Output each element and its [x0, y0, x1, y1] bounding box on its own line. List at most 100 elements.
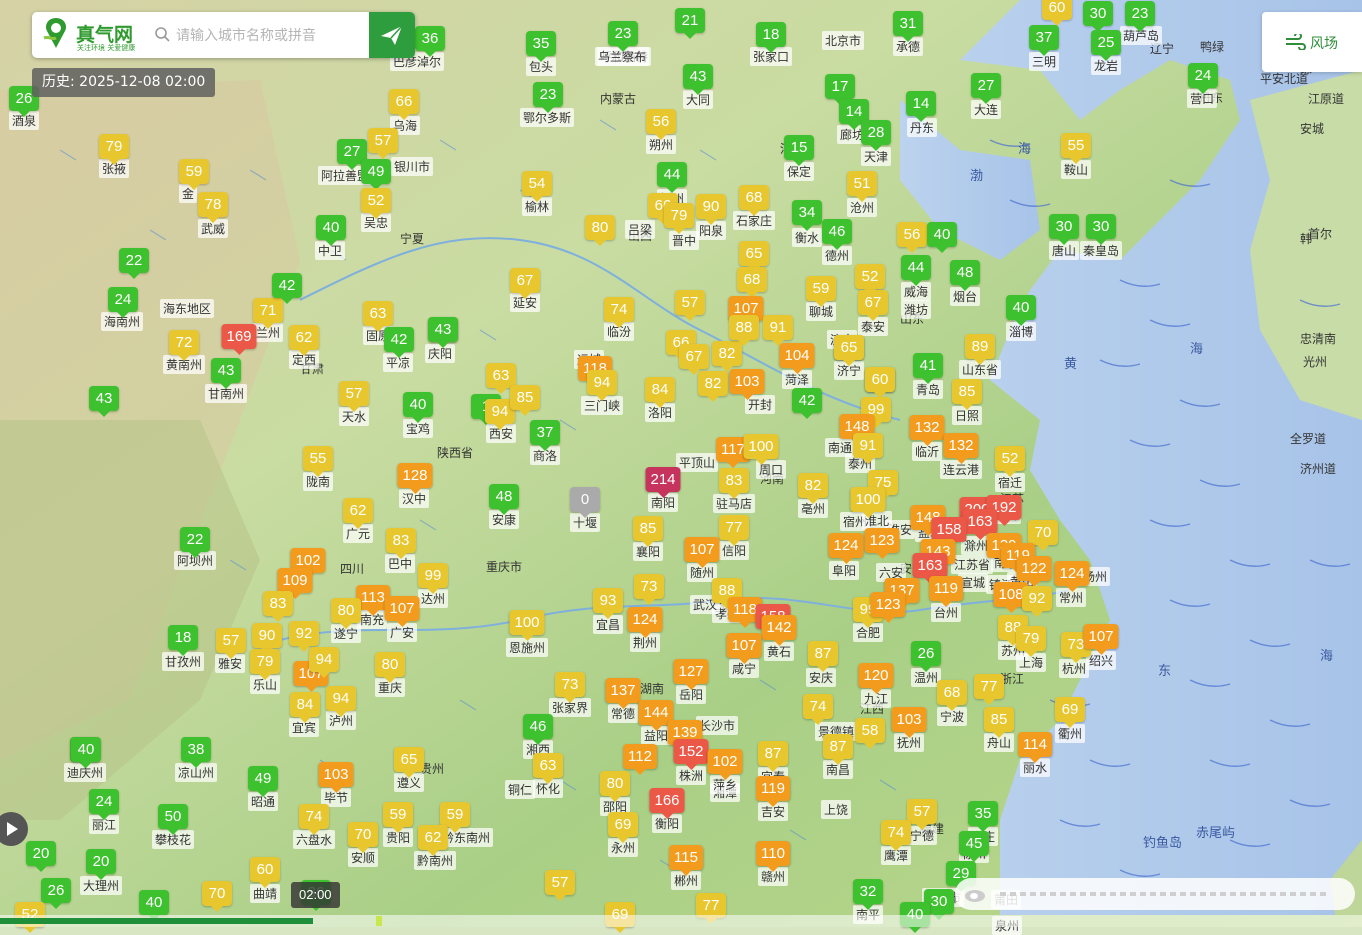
search-button[interactable]	[369, 12, 415, 58]
aqi-marker[interactable]: 43	[89, 386, 119, 417]
aqi-marker[interactable]: 79	[99, 134, 129, 165]
aqi-marker[interactable]: 17	[825, 74, 855, 105]
aqi-marker[interactable]: 109	[277, 568, 313, 599]
aqi-marker[interactable]: 26	[911, 641, 941, 672]
aqi-marker[interactable]: 62	[289, 325, 319, 356]
aqi-marker[interactable]: 48	[489, 484, 519, 515]
aqi-marker[interactable]: 114	[1018, 732, 1052, 763]
aqi-marker[interactable]: 92	[1022, 586, 1052, 617]
aqi-marker[interactable]: 18	[756, 22, 786, 53]
aqi-marker[interactable]: 74	[604, 297, 634, 328]
aqi-marker[interactable]: 73	[555, 672, 585, 703]
aqi-marker[interactable]: 48	[950, 260, 980, 291]
aqi-marker[interactable]: 40	[1006, 295, 1036, 326]
aqi-marker[interactable]: 71	[253, 298, 283, 329]
aqi-marker[interactable]: 85	[952, 379, 982, 410]
aqi-marker[interactable]: 46	[523, 714, 553, 745]
aqi-marker[interactable]: 23	[533, 82, 563, 113]
aqi-marker[interactable]: 51	[847, 171, 877, 202]
aqi-marker[interactable]: 40	[403, 392, 433, 423]
aqi-marker[interactable]: 30	[1049, 214, 1079, 245]
aqi-marker[interactable]: 37	[1029, 25, 1059, 56]
aqi-marker[interactable]: 163	[912, 553, 948, 584]
aqi-marker[interactable]: 80	[600, 771, 630, 802]
aqi-marker[interactable]: 40	[316, 215, 346, 246]
left-toolbar-button[interactable]	[0, 812, 28, 846]
aqi-marker[interactable]: 142	[761, 615, 797, 646]
aqi-marker[interactable]: 59	[440, 802, 470, 833]
aqi-marker[interactable]: 72	[169, 330, 199, 361]
aqi-marker[interactable]: 124	[627, 607, 663, 638]
aqi-marker[interactable]: 78	[198, 192, 228, 223]
aqi-marker[interactable]: 52	[995, 446, 1025, 477]
aqi-marker[interactable]: 107	[1083, 624, 1119, 655]
aqi-marker[interactable]: 79	[1016, 626, 1046, 657]
aqi-marker[interactable]: 123	[870, 592, 906, 623]
aqi-marker[interactable]: 52	[855, 264, 885, 295]
aqi-marker[interactable]: 120	[858, 663, 894, 694]
aqi-marker[interactable]: 34	[792, 200, 822, 231]
aqi-marker[interactable]: 62	[418, 825, 448, 856]
aqi-marker[interactable]: 60	[250, 857, 280, 888]
aqi-marker[interactable]: 84	[290, 692, 320, 723]
aqi-marker[interactable]: 40	[927, 222, 957, 253]
aqi-marker[interactable]: 91	[853, 433, 883, 464]
aqi-marker[interactable]: 87	[823, 734, 853, 765]
aqi-marker[interactable]: 102	[707, 749, 743, 780]
aqi-marker[interactable]: 43	[211, 358, 241, 389]
aqi-marker[interactable]: 163	[962, 509, 998, 540]
aqi-marker[interactable]: 46	[822, 219, 852, 250]
aqi-marker[interactable]: 83	[719, 468, 749, 499]
aqi-marker[interactable]: 100	[509, 610, 545, 641]
aqi-marker[interactable]: 123	[864, 528, 900, 559]
aqi-marker[interactable]: 56	[646, 109, 676, 140]
aqi-marker[interactable]: 103	[891, 707, 927, 738]
aqi-marker[interactable]: 32	[853, 879, 883, 910]
aqi-marker[interactable]: 55	[1061, 133, 1091, 164]
aqi-marker[interactable]: 89	[965, 334, 995, 365]
aqi-marker[interactable]: 66	[389, 89, 419, 120]
aqi-marker[interactable]: 52	[361, 188, 391, 219]
aqi-marker[interactable]: 63	[363, 301, 393, 332]
aqi-marker[interactable]: 28	[861, 120, 891, 151]
aqi-marker[interactable]: 82	[698, 371, 728, 402]
aqi-marker[interactable]: 63	[533, 753, 563, 784]
aqi-marker[interactable]: 15	[784, 135, 814, 166]
aqi-marker[interactable]: 74	[881, 820, 911, 851]
aqi-marker[interactable]: 21	[675, 8, 705, 39]
aqi-marker[interactable]: 90	[696, 194, 726, 225]
aqi-marker[interactable]: 26	[41, 878, 71, 909]
aqi-marker[interactable]: 107	[384, 596, 420, 627]
aqi-marker[interactable]: 103	[729, 369, 765, 400]
aqi-marker[interactable]: 104	[779, 343, 815, 374]
aqi-marker[interactable]: 62	[343, 498, 373, 529]
aqi-marker[interactable]: 60	[865, 367, 895, 398]
aqi-marker[interactable]: 214	[645, 467, 681, 498]
aqi-marker[interactable]: 18	[168, 625, 198, 656]
aqi-marker[interactable]: 119	[929, 576, 963, 607]
aqi-marker[interactable]: 70	[1028, 520, 1058, 551]
aqi-marker[interactable]: 59	[179, 159, 209, 190]
aqi-marker[interactable]: 50	[158, 804, 188, 835]
aqi-marker[interactable]: 80	[331, 598, 361, 629]
aqi-marker[interactable]: 54	[522, 171, 552, 202]
aqi-marker[interactable]: 87	[808, 641, 838, 672]
aqi-marker[interactable]: 152	[673, 739, 709, 770]
aqi-marker[interactable]: 124	[1054, 561, 1090, 592]
aqi-marker[interactable]: 70	[202, 881, 232, 912]
aqi-marker[interactable]: 30	[1086, 214, 1116, 245]
aqi-marker[interactable]: 69	[608, 812, 638, 843]
aqi-marker[interactable]: 35	[526, 31, 556, 62]
aqi-marker[interactable]: 132	[943, 433, 979, 464]
aqi-marker[interactable]: 128	[397, 463, 433, 494]
aqi-marker[interactable]: 94	[309, 647, 339, 678]
aqi-marker[interactable]: 127	[673, 659, 709, 690]
aqi-marker[interactable]: 103	[318, 762, 354, 793]
aqi-marker[interactable]: 57	[675, 290, 705, 321]
aqi-marker[interactable]: 94	[587, 370, 617, 401]
aqi-marker[interactable]: 85	[633, 516, 663, 547]
aqi-marker[interactable]: 92	[289, 621, 319, 652]
aqi-marker[interactable]: 44	[657, 162, 687, 193]
wind-field-button[interactable]: 风场	[1262, 12, 1362, 72]
aqi-marker[interactable]: 137	[605, 678, 641, 709]
